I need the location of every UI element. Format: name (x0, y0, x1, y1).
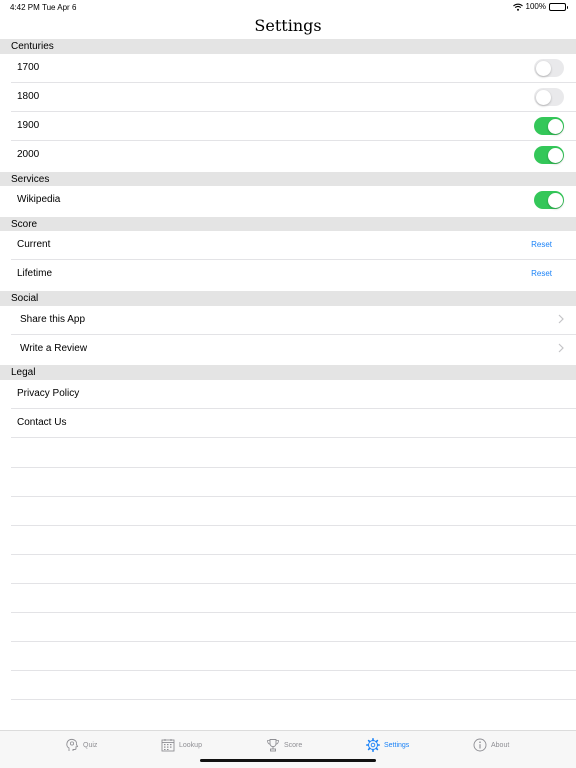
row-label: Share this App (20, 314, 86, 325)
row-label: 1800 (17, 91, 40, 102)
home-indicator[interactable] (200, 759, 376, 762)
battery-percent: 100% (525, 2, 546, 11)
tab-label: Lookup (179, 741, 202, 749)
chevron-right-icon (558, 314, 564, 324)
list-item-1900: 1900 (0, 112, 576, 141)
head-icon (66, 738, 79, 751)
empty-row-divider (11, 554, 576, 555)
row-label: 1900 (17, 120, 40, 131)
empty-row-divider (11, 583, 576, 584)
trophy-icon (267, 739, 279, 752)
status-time: 4:42 PM (10, 3, 40, 12)
list-item-wikipedia: Wikipedia (0, 186, 576, 215)
empty-row-divider (11, 641, 576, 642)
info-icon (473, 738, 487, 752)
status-right: 100% (512, 2, 568, 11)
list-item-2000: 2000 (0, 141, 576, 170)
row-label: 2000 (17, 149, 40, 160)
share-app-row[interactable]: Share this App (0, 306, 576, 335)
tab-label: Quiz (83, 741, 98, 749)
row-label: Write a Review (20, 343, 88, 354)
battery-icon (549, 2, 568, 11)
list-item-1700: 1700 (0, 54, 576, 83)
list-item-1800: 1800 (0, 83, 576, 112)
section-header-services: Services (0, 172, 576, 186)
toggle-2000[interactable] (534, 146, 564, 164)
empty-row-divider (11, 670, 576, 671)
row-label: Privacy Policy (17, 388, 80, 399)
list-item-lifetime: Lifetime Reset (0, 260, 576, 289)
row-label: Contact Us (17, 417, 67, 428)
gear-icon (366, 738, 380, 752)
row-label: Lifetime (17, 268, 53, 279)
status-bar: 4:42 PM Tue Apr 6 100% (0, 0, 576, 14)
reset-current-button[interactable]: Reset (531, 240, 552, 249)
row-label: 1700 (17, 62, 40, 73)
page-title: Settings (254, 16, 322, 35)
section-header-social: Social (0, 291, 576, 306)
privacy-policy-row[interactable]: Privacy Policy (0, 380, 576, 409)
status-date: Tue Apr 6 (42, 3, 77, 12)
toggle-1700[interactable] (534, 59, 564, 77)
tab-lookup[interactable]: Lookup (161, 738, 202, 752)
empty-row-divider (11, 525, 576, 526)
reset-lifetime-button[interactable]: Reset (531, 269, 552, 278)
tab-about[interactable]: About (473, 738, 509, 752)
section-header-score: Score (0, 217, 576, 231)
empty-row-divider (11, 612, 576, 613)
row-label: Wikipedia (17, 194, 61, 205)
contact-us-row[interactable]: Contact Us (0, 409, 576, 438)
toggle-1800[interactable] (534, 88, 564, 106)
section-header-legal: Legal (0, 365, 576, 380)
empty-row-divider (11, 496, 576, 497)
tab-label: Score (284, 741, 303, 749)
tab-label: About (491, 741, 510, 749)
tab-label: Settings (384, 741, 410, 749)
row-label: Current (17, 239, 51, 250)
empty-row-divider (11, 467, 576, 468)
tab-quiz[interactable]: Quiz (65, 738, 97, 752)
chevron-right-icon (558, 343, 564, 353)
calendar-icon (161, 739, 175, 752)
write-review-row[interactable]: Write a Review (0, 335, 576, 364)
tab-settings[interactable]: Settings (366, 738, 409, 752)
empty-row-divider (11, 699, 576, 700)
section-header-centuries: Centuries (0, 39, 576, 54)
tab-bar: Quiz Lookup Score Settings About (0, 730, 576, 768)
wifi-icon (512, 3, 523, 11)
toggle-1900[interactable] (534, 117, 564, 135)
tab-score[interactable]: Score (266, 738, 302, 752)
toggle-wikipedia[interactable] (534, 191, 564, 209)
list-item-current: Current Reset (0, 231, 576, 260)
